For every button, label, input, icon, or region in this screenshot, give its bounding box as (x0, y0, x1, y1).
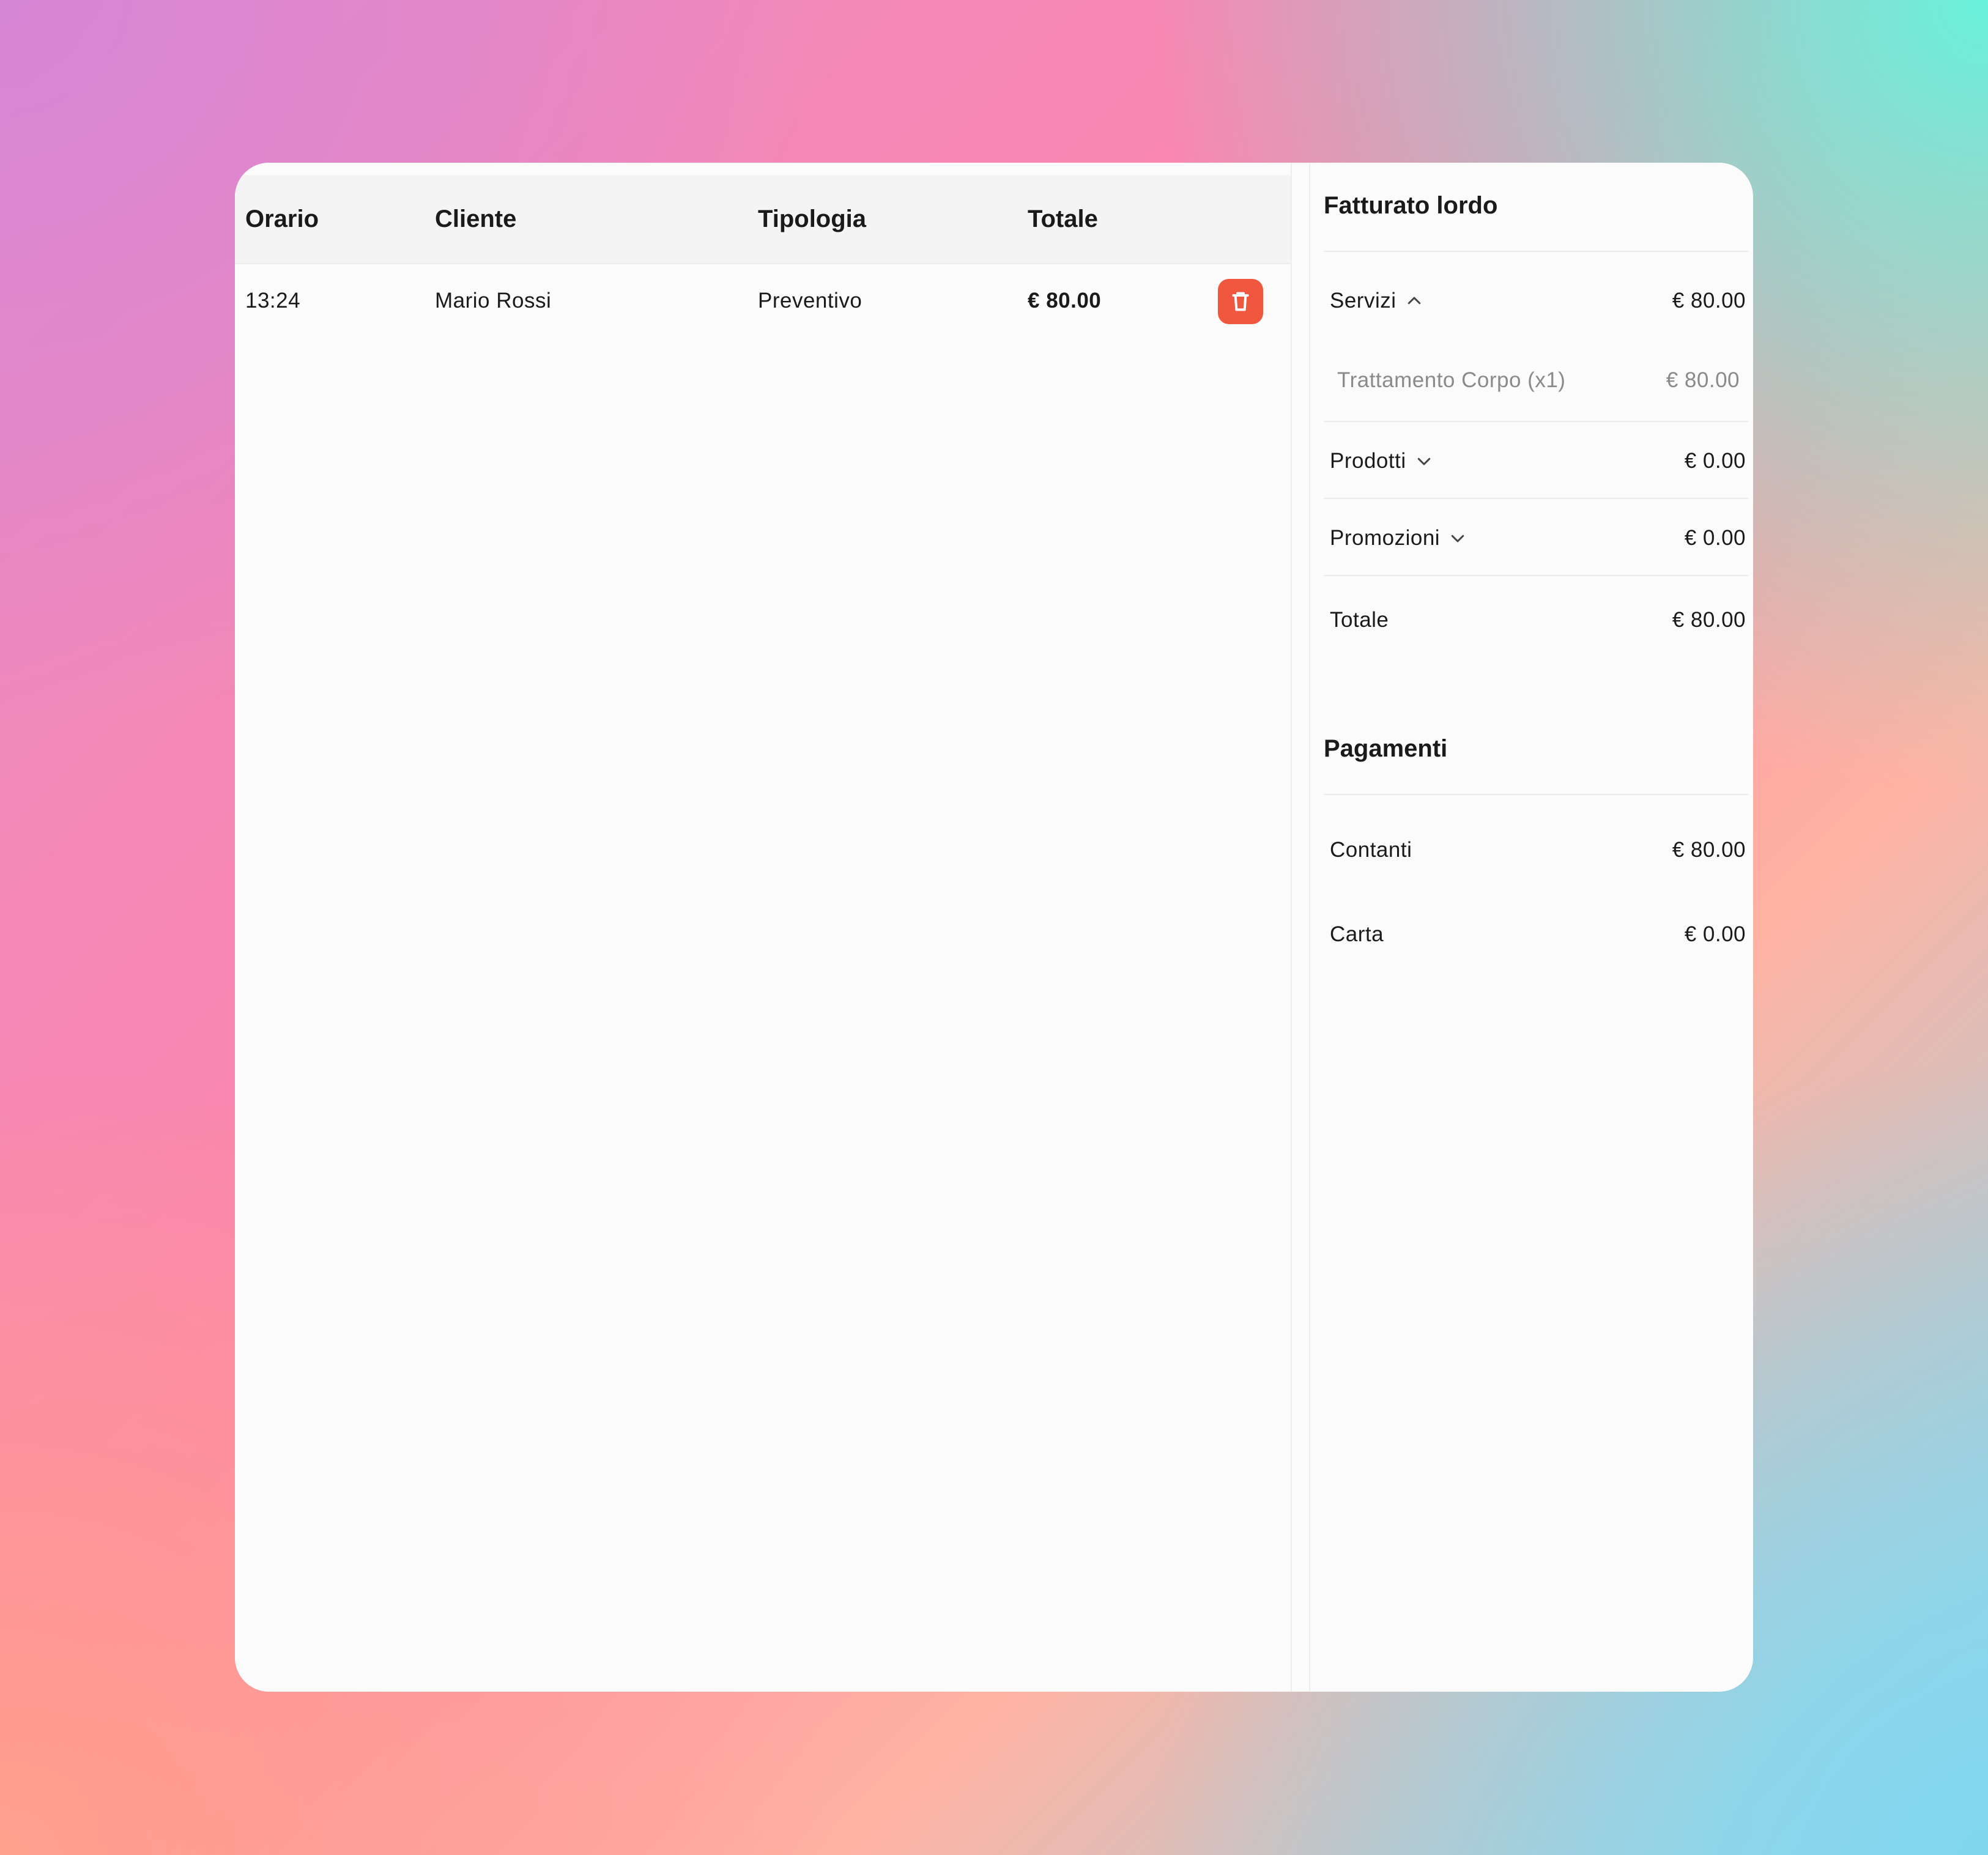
promotions-row: Promozioni € 0.00 (1330, 520, 1746, 557)
divider (1324, 251, 1748, 252)
divider (1324, 421, 1748, 422)
gross-total-row: Totale € 80.00 (1330, 602, 1746, 639)
trash-icon (1232, 292, 1249, 311)
gross-total-value: € 80.00 (1672, 608, 1746, 632)
row-type: Preventivo (758, 289, 862, 313)
promotions-toggle[interactable]: Promozioni (1330, 520, 1467, 557)
table-header: Orario Cliente Tipologia Totale (235, 175, 1291, 264)
products-value: € 0.00 (1684, 449, 1746, 473)
promotions-label: Promozioni (1330, 526, 1441, 550)
gross-revenue-title: Fatturato lordo (1324, 192, 1498, 219)
payment-row-card: Carta € 0.00 (1330, 916, 1746, 953)
payment-card-value: € 0.00 (1684, 922, 1746, 946)
payment-cash-value: € 80.00 (1672, 838, 1746, 862)
payment-row-cash: Contanti € 80.00 (1330, 832, 1746, 868)
services-row: Servizi € 80.00 (1330, 283, 1746, 319)
divider (1324, 794, 1748, 795)
services-label: Servizi (1330, 289, 1396, 313)
transactions-table: Orario Cliente Tipologia Totale 13:24 Ma… (235, 163, 1292, 1692)
row-time: 13:24 (245, 289, 301, 313)
products-label: Prodotti (1330, 449, 1406, 473)
column-header-total: Totale (1028, 205, 1098, 232)
products-row: Prodotti € 0.00 (1330, 443, 1746, 479)
service-item-row: Trattamento Corpo (x1) € 80.00 (1337, 362, 1740, 399)
service-item-value: € 80.00 (1666, 368, 1740, 392)
service-item-label: Trattamento Corpo (x1) (1337, 368, 1566, 392)
delete-button[interactable] (1218, 279, 1263, 324)
divider (1324, 498, 1748, 499)
row-client: Mario Rossi (435, 289, 552, 313)
table-row[interactable]: 13:24 Mario Rossi Preventivo € 80.00 (235, 264, 1291, 338)
summary-panel: Fatturato lordo Servizi € 80.00 Trattame… (1309, 163, 1753, 1692)
services-toggle[interactable]: Servizi (1330, 283, 1423, 319)
main-card: Orario Cliente Tipologia Totale 13:24 Ma… (235, 163, 1753, 1692)
column-header-type: Tipologia (758, 205, 867, 232)
payment-card-label: Carta (1330, 922, 1384, 946)
promotions-value: € 0.00 (1684, 526, 1746, 550)
gross-total-label: Totale (1330, 608, 1389, 632)
services-value: € 80.00 (1672, 289, 1746, 313)
chevron-down-icon (1448, 529, 1467, 547)
divider (1324, 575, 1748, 576)
payments-title: Pagamenti (1324, 735, 1448, 762)
payment-cash-label: Contanti (1330, 838, 1412, 862)
column-header-time: Orario (245, 205, 319, 232)
chevron-down-icon (1415, 452, 1433, 470)
chevron-up-icon (1405, 292, 1423, 310)
column-header-client: Cliente (435, 205, 517, 232)
row-total: € 80.00 (1028, 289, 1102, 313)
products-toggle[interactable]: Prodotti (1330, 443, 1433, 479)
